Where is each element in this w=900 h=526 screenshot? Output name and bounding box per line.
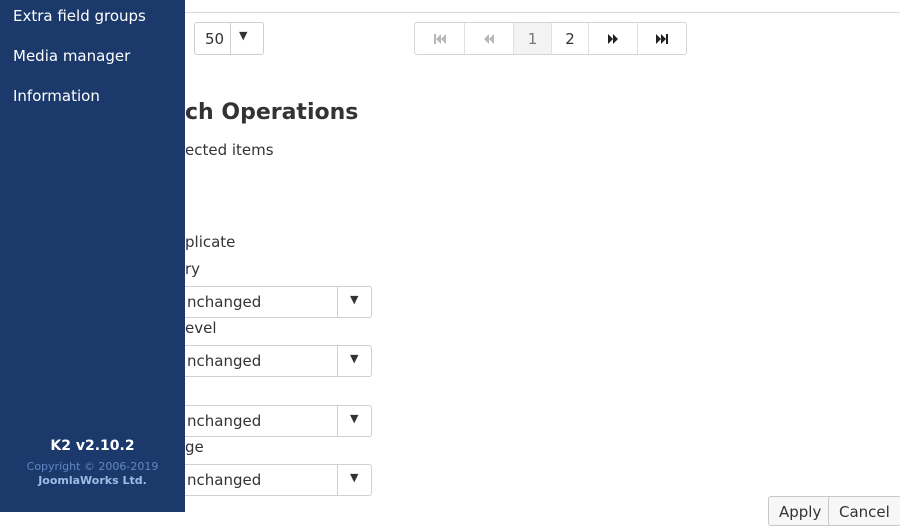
sidebar-item-information[interactable]: Information [13,87,100,105]
caret-down-icon[interactable]: ▼ [350,293,358,306]
category-select-value: nchanged [187,293,262,311]
pagination: 1 2 [414,22,687,55]
list-limit-select[interactable]: 50 ▼ [194,22,264,55]
access-level-label: evel [185,319,217,337]
select-divider [337,346,338,376]
version-label: K2 v2.10.2 [50,438,135,454]
caret-down-icon[interactable]: ▼ [350,412,358,425]
pagination-page-1[interactable]: 1 [513,23,551,54]
company-link[interactable]: JoomlaWorks Ltd. [0,474,185,487]
batch-operations-heading: ch Operations [185,100,359,125]
pagination-next-button[interactable] [588,23,637,54]
copyright-text: Copyright © 2006-2019 [26,460,159,473]
sidebar-item-extra-field-groups[interactable]: Extra field groups [13,7,146,25]
caret-down-icon[interactable]: ▼ [239,29,247,42]
cancel-button[interactable]: Cancel [828,496,900,526]
apply-button[interactable]: Apply [768,496,833,526]
caret-down-icon[interactable]: ▼ [350,471,358,484]
caret-down-icon[interactable]: ▼ [350,352,358,365]
language-label: ge [185,438,204,456]
batch-subtext: ected items [185,141,274,159]
list-limit-divider [230,23,231,54]
pagination-prev-button[interactable] [464,23,513,54]
skip-last-icon [656,33,668,44]
select-divider [337,406,338,436]
select-divider [337,287,338,317]
rewind-icon [484,33,494,44]
sidebar-item-media-manager[interactable]: Media manager [13,47,130,65]
skip-first-icon [433,33,446,44]
select-divider [337,465,338,495]
pagination-first-button[interactable] [415,23,464,54]
fast-forward-icon [608,33,618,44]
duplicate-label: plicate [185,233,236,251]
list-limit-value: 50 [205,30,225,48]
pagination-page-2[interactable]: 2 [551,23,588,54]
category-label: ry [185,260,201,278]
sidebar: Extra field groups Media manager Informa… [0,0,185,512]
access-level-select-value: nchanged [187,352,262,370]
author-select-value: nchanged [187,412,262,430]
language-select-value: nchanged [187,471,262,489]
pagination-last-button[interactable] [637,23,686,54]
